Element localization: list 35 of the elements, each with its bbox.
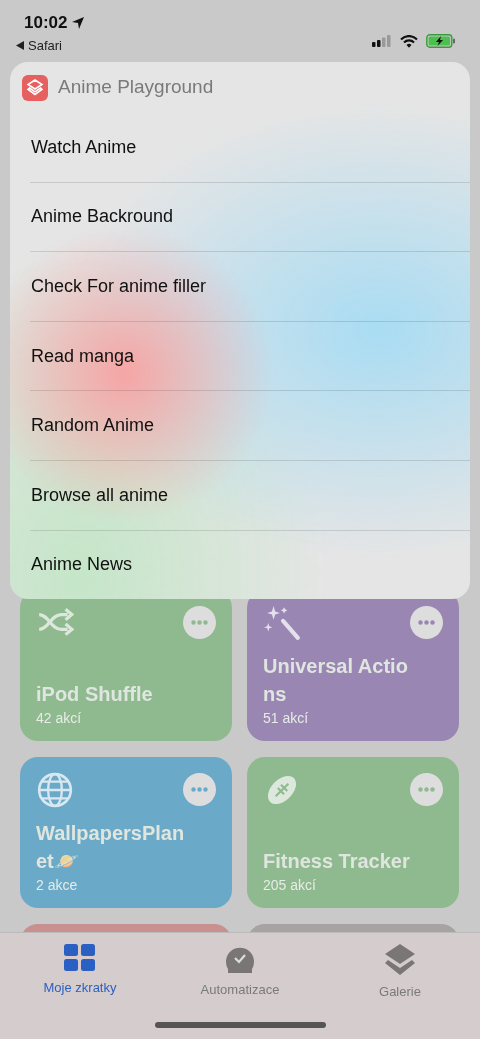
action-count: 42 akcí [36, 709, 83, 728]
action-count: 205 akcí [263, 876, 317, 895]
layers-app-icon [22, 74, 48, 101]
shortcut-title: Fitness Tracker [263, 849, 411, 874]
grid-icon [63, 943, 97, 973]
menu-item[interactable]: Browse all anime [10, 460, 470, 530]
menu-item[interactable]: Watch Anime [10, 113, 470, 182]
more-button[interactable] [183, 773, 216, 806]
wifi-icon [400, 34, 418, 48]
ellipsis-icon [191, 620, 208, 625]
shortcut-title: iPod Shuffle [36, 682, 154, 707]
shortcut-title: Universal Actions [263, 654, 409, 707]
action-count: 2 akce [36, 876, 79, 895]
more-button[interactable] [410, 606, 443, 639]
more-button[interactable] [410, 773, 443, 806]
layers-icon [384, 943, 416, 977]
menu-item[interactable]: Check For anime filler [10, 252, 470, 321]
menu-item[interactable]: Anime Backround [10, 182, 470, 252]
signal-icon [372, 35, 392, 47]
menu-title: Anime Playground [58, 75, 214, 100]
more-button[interactable] [183, 606, 216, 639]
location-arrow-icon [71, 15, 86, 30]
battery-charging-icon [426, 34, 456, 48]
ellipsis-icon [418, 620, 435, 625]
ellipsis-icon [418, 787, 435, 792]
ellipsis-icon [191, 787, 208, 792]
tab-bar-item[interactable]: Moje zkratky [0, 933, 160, 1039]
shortcut-title: WallpapersPlanet🪐 [36, 821, 186, 874]
globe-icon [36, 771, 74, 809]
status-time: 10:02 [23, 12, 68, 34]
action-count: 51 akcí [263, 709, 310, 728]
back-triangle-icon [16, 40, 24, 50]
menu-item[interactable]: Read manga [10, 321, 470, 391]
sparkle-wand-icon [263, 604, 301, 642]
menu-item[interactable]: Random Anime [10, 391, 470, 460]
